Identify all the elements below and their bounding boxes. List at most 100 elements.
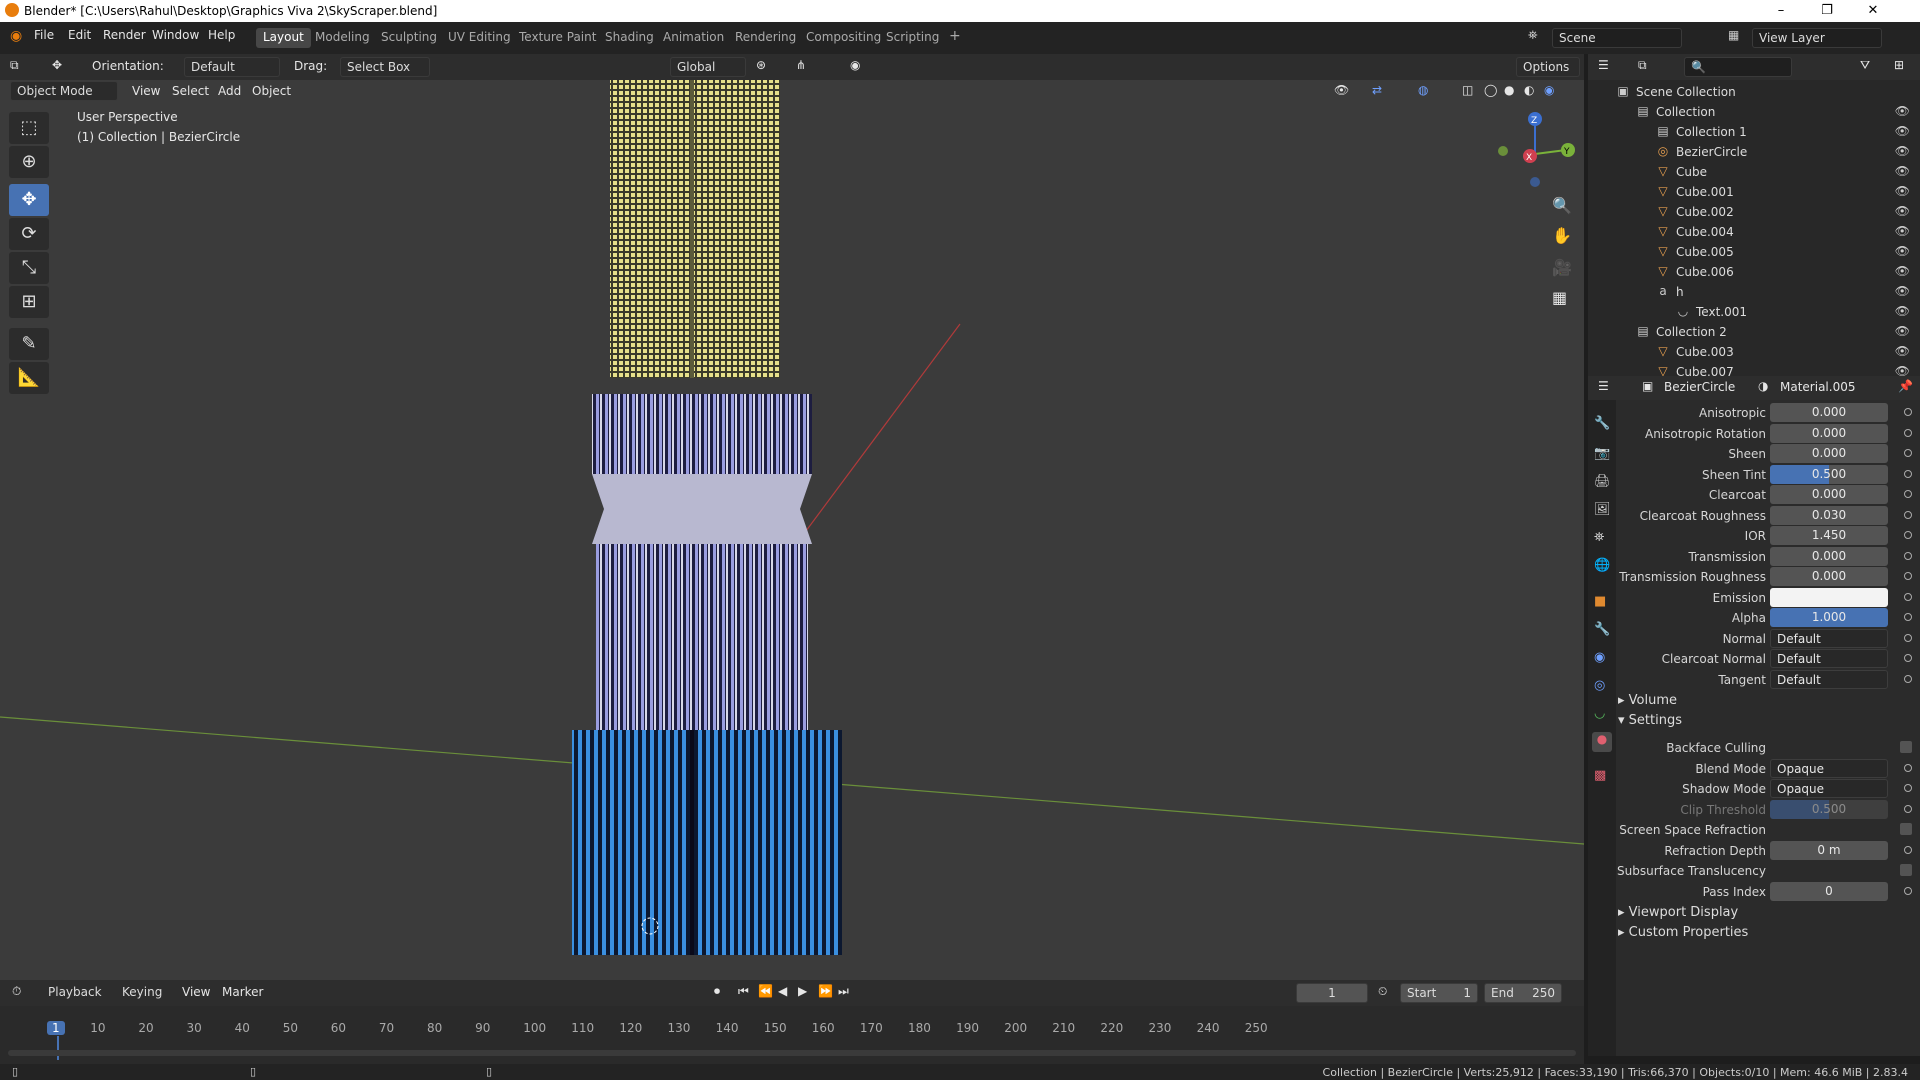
outliner-row[interactable]: ▽ Cube 👁 bbox=[1588, 162, 1920, 182]
material-name[interactable]: Material.005 bbox=[1780, 380, 1855, 394]
physics-tab-icon[interactable]: ◎ bbox=[1594, 678, 1605, 693]
visibility-eye-icon[interactable]: 👁 bbox=[1895, 304, 1910, 318]
panel-section-header[interactable]: ▸ Viewport Display bbox=[1618, 905, 1918, 927]
property-value-field[interactable]: 1.000 bbox=[1770, 608, 1888, 627]
scene-selector[interactable]: Scene bbox=[1552, 28, 1682, 48]
prev-keyframe-icon[interactable]: ⏪ bbox=[758, 984, 773, 998]
property-value-field[interactable]: Default bbox=[1770, 628, 1888, 648]
curve-data-tab-icon[interactable]: ◡ bbox=[1594, 706, 1605, 721]
orientation-dropdown[interactable]: Default bbox=[184, 57, 280, 77]
timeline-editor-icon[interactable]: ⏱ bbox=[12, 984, 21, 999]
property-value-field[interactable]: Default bbox=[1770, 649, 1888, 668]
tab-texture-paint[interactable]: Texture Paint bbox=[512, 28, 603, 48]
socket-link-icon[interactable] bbox=[1904, 654, 1912, 662]
3d-viewport[interactable]: Z Y X ⧉ ✥ Orientation: Default Drag: Sel… bbox=[0, 54, 1584, 980]
pan-hand-icon[interactable]: ✋ bbox=[1552, 226, 1572, 245]
visibility-eye-icon[interactable]: 👁 bbox=[1895, 204, 1910, 218]
tab-animation[interactable]: Animation bbox=[656, 28, 731, 48]
property-value-field[interactable]: 1.450 bbox=[1770, 526, 1888, 545]
play-reverse-icon[interactable]: ◀ bbox=[778, 984, 787, 998]
restore-button[interactable]: ❐ bbox=[1804, 0, 1850, 22]
rotate-tool-icon[interactable]: ⟳ bbox=[9, 218, 49, 250]
socket-link-icon[interactable] bbox=[1904, 428, 1912, 437]
timeline-scrollbar[interactable] bbox=[8, 1050, 1576, 1056]
new-collection-icon[interactable]: ⊞ bbox=[1894, 58, 1904, 72]
property-value-field[interactable]: 0.030 bbox=[1770, 505, 1888, 525]
visibility-eye-icon[interactable]: 👁 bbox=[1895, 164, 1910, 178]
next-keyframe-icon[interactable]: ⏩ bbox=[818, 984, 833, 998]
visibility-eye-icon[interactable]: 👁 bbox=[1895, 344, 1910, 358]
socket-link-icon[interactable] bbox=[1904, 592, 1912, 601]
render-tab-icon[interactable]: 📷 bbox=[1594, 446, 1610, 461]
outliner-row[interactable]: ◎ BezierCircle 👁 bbox=[1588, 142, 1920, 162]
camera-view-icon[interactable]: 🎥 bbox=[1552, 258, 1572, 277]
socket-link-icon[interactable] bbox=[1904, 531, 1912, 539]
outliner-row[interactable]: ▽ Cube.004 👁 bbox=[1588, 222, 1920, 242]
property-value-field[interactable]: Opaque bbox=[1770, 758, 1888, 778]
tab-shading[interactable]: Shading bbox=[598, 28, 661, 48]
current-frame-field[interactable]: 1 bbox=[1296, 983, 1368, 1003]
socket-link-icon[interactable] bbox=[1904, 886, 1912, 895]
texture-tab-icon[interactable]: ▩ bbox=[1594, 768, 1606, 783]
select-menu[interactable]: Select bbox=[172, 84, 209, 98]
object-tab-icon[interactable]: ■ bbox=[1594, 594, 1606, 609]
panel-section-header[interactable]: ▸ Custom Properties bbox=[1618, 925, 1918, 947]
mode-dropdown[interactable]: Object Mode bbox=[10, 81, 118, 101]
socket-link-icon[interactable] bbox=[1904, 469, 1912, 478]
tab-layout[interactable]: Layout bbox=[256, 28, 311, 48]
visibility-eye-icon[interactable]: 👁 bbox=[1895, 284, 1910, 298]
property-value-field[interactable]: 0.000 bbox=[1770, 546, 1888, 566]
display-mode-icon[interactable]: ⧉ bbox=[1638, 58, 1647, 73]
drag-dropdown[interactable]: Select Box bbox=[340, 57, 430, 77]
scale-tool-icon[interactable]: ⤡ bbox=[9, 252, 49, 284]
add-workspace-button[interactable]: + bbox=[942, 28, 968, 48]
tab-rendering[interactable]: Rendering bbox=[728, 28, 803, 48]
particles-tab-icon[interactable]: ◉ bbox=[1594, 650, 1605, 665]
property-value-field[interactable]: 0 bbox=[1770, 881, 1888, 901]
playhead[interactable] bbox=[57, 1036, 59, 1060]
world-tab-icon[interactable]: 🌐 bbox=[1594, 558, 1610, 573]
zoom-icon[interactable]: 🔍 bbox=[1552, 196, 1572, 215]
property-value-field[interactable]: 0.000 bbox=[1770, 485, 1888, 504]
socket-link-icon[interactable] bbox=[1904, 804, 1912, 813]
blender-menu-icon[interactable]: ◉ bbox=[10, 28, 22, 44]
property-value-field[interactable]: Opaque bbox=[1770, 779, 1888, 798]
transform-orientation-dropdown[interactable]: Global bbox=[670, 57, 746, 77]
annotate-tool-icon[interactable]: ✎ bbox=[9, 328, 49, 360]
outliner-row[interactable]: ▽ Cube.005 👁 bbox=[1588, 242, 1920, 262]
visibility-eye-icon[interactable]: 👁 bbox=[1895, 184, 1910, 198]
property-value-field[interactable]: 0.000 bbox=[1770, 444, 1888, 463]
property-checkbox[interactable] bbox=[1900, 741, 1912, 753]
socket-link-icon[interactable] bbox=[1904, 408, 1912, 416]
view-layer-selector[interactable]: View Layer bbox=[1752, 28, 1882, 48]
outliner-row[interactable]: ▽ Cube.003 👁 bbox=[1588, 342, 1920, 362]
transform-tool-icon[interactable]: ⊞ bbox=[9, 286, 49, 318]
pin-icon[interactable]: 📌 bbox=[1898, 379, 1913, 393]
property-checkbox[interactable] bbox=[1900, 823, 1912, 835]
play-icon[interactable]: ▶ bbox=[798, 984, 807, 998]
view-layer-icon[interactable]: ▦ bbox=[1728, 28, 1739, 42]
properties-editor-icon[interactable]: ☰ bbox=[1598, 379, 1609, 393]
socket-link-icon[interactable] bbox=[1904, 572, 1912, 580]
record-icon[interactable]: ⏺ bbox=[714, 984, 720, 999]
property-value-field[interactable] bbox=[1770, 587, 1888, 607]
end-frame-field[interactable]: End 250 bbox=[1484, 983, 1562, 1003]
visibility-eye-icon[interactable]: 👁 bbox=[1895, 244, 1910, 258]
jump-end-icon[interactable]: ⏭ bbox=[838, 984, 849, 999]
options-dropdown[interactable]: Options bbox=[1516, 57, 1580, 77]
menu-window[interactable]: Window bbox=[152, 28, 199, 42]
socket-link-icon[interactable] bbox=[1904, 449, 1912, 457]
material-shading-icon[interactable]: ◐ bbox=[1524, 83, 1534, 97]
playback-menu[interactable]: Playback bbox=[42, 983, 116, 1003]
add-menu[interactable]: Add bbox=[218, 84, 241, 98]
cursor-tool-icon[interactable]: ⊕ bbox=[9, 146, 49, 178]
scene-tab-icon[interactable]: ⛯ bbox=[1594, 530, 1604, 545]
property-value-field[interactable]: 0.000 bbox=[1770, 403, 1888, 422]
property-value-field[interactable]: Default bbox=[1770, 669, 1888, 689]
outliner-row[interactable]: a h 👁 bbox=[1588, 282, 1920, 302]
panel-section-header[interactable]: ▸ Volume bbox=[1618, 693, 1918, 715]
menu-help[interactable]: Help bbox=[208, 28, 235, 42]
keying-menu[interactable]: Keying bbox=[116, 983, 178, 1003]
scene-icon[interactable]: ⛯ bbox=[1528, 28, 1538, 43]
outliner-row[interactable]: ▤ Collection 1 👁 bbox=[1588, 122, 1920, 142]
